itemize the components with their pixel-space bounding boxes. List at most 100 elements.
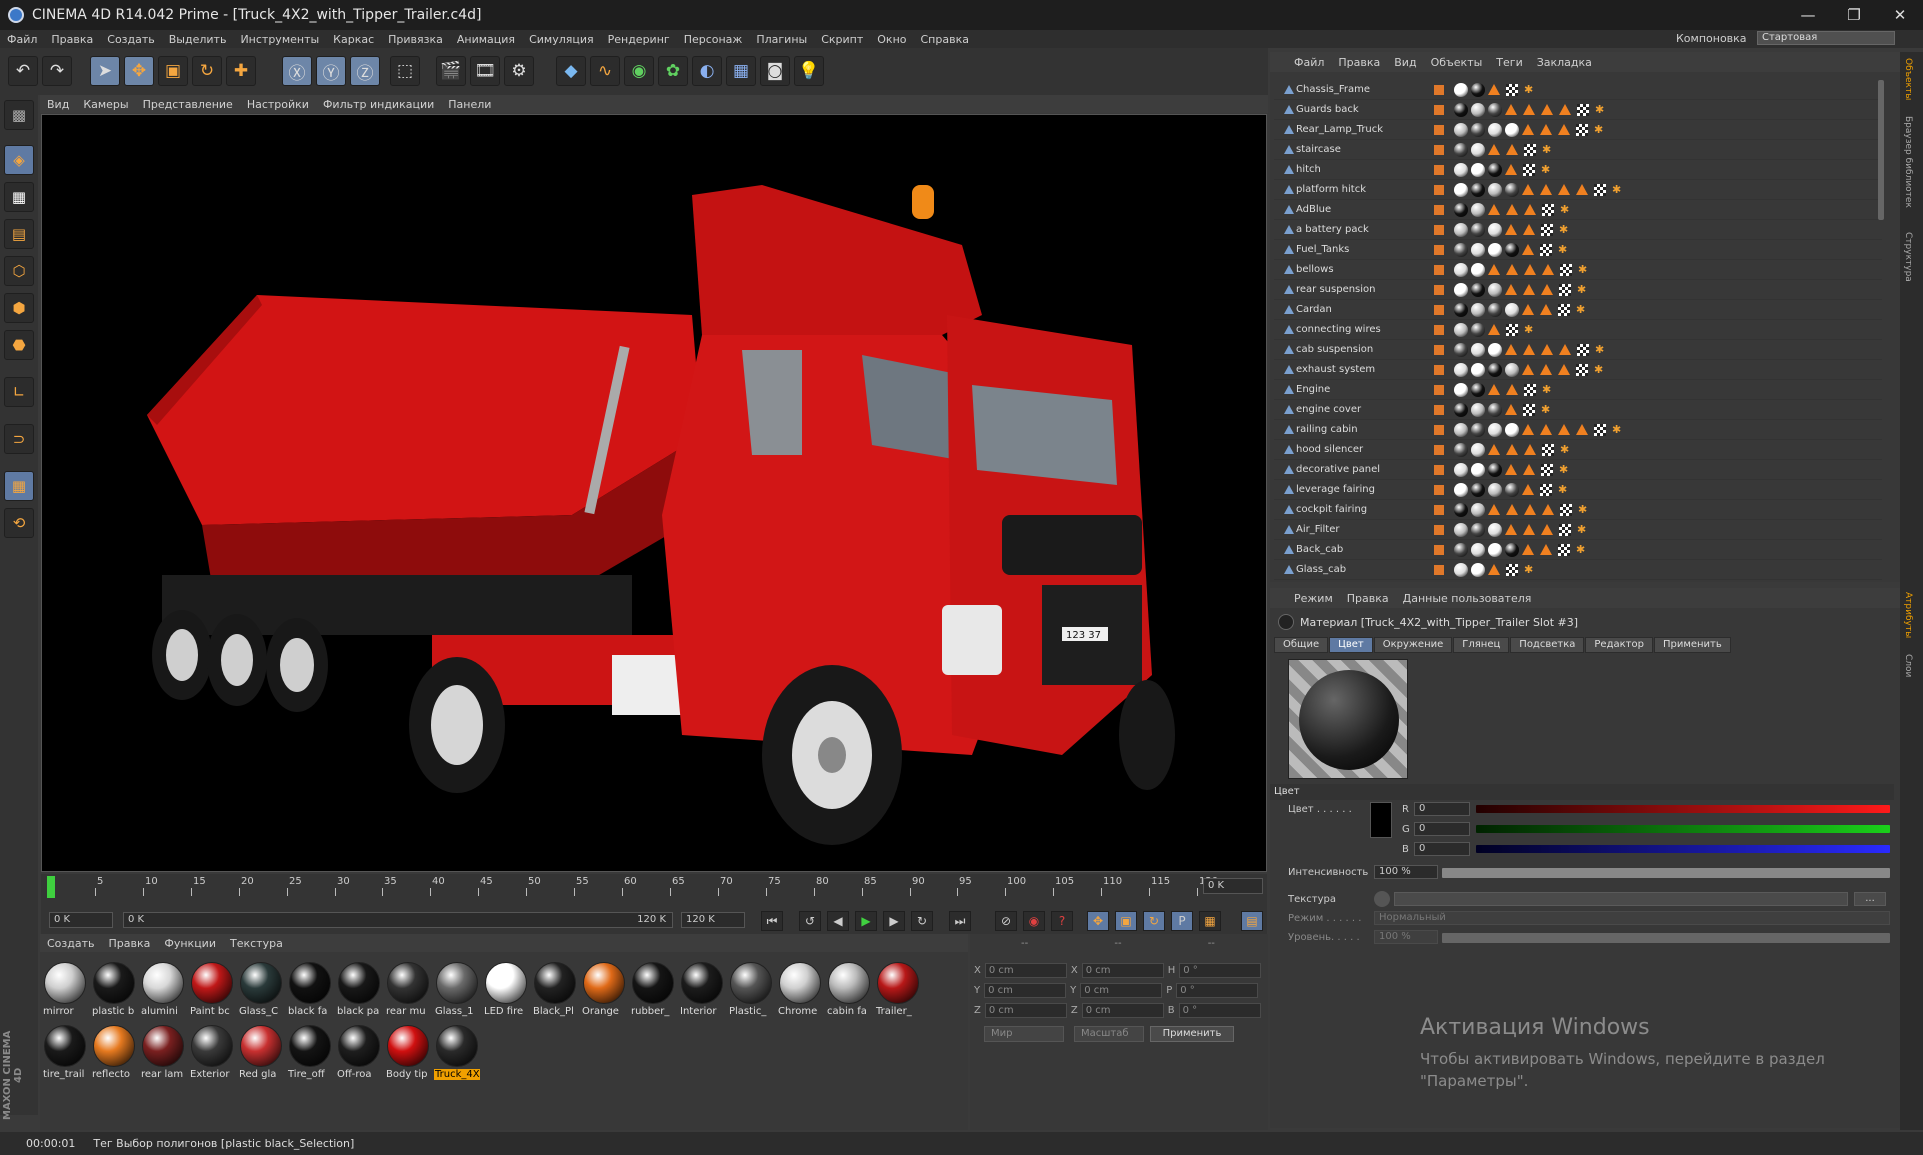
phong-tag-icon[interactable]: ✱ [1578, 263, 1590, 276]
material-tag-icon[interactable] [1454, 382, 1468, 397]
object-row[interactable]: Engine ✱ [1274, 380, 1882, 400]
object-row[interactable]: staircase ✱ [1274, 140, 1882, 160]
selection-tag-icon[interactable] [1522, 424, 1534, 435]
material-tag-icon[interactable] [1471, 82, 1485, 97]
phong-tag-icon[interactable]: ✱ [1542, 383, 1554, 396]
selection-tag-icon[interactable] [1505, 404, 1517, 415]
material-tag-icon[interactable] [1505, 122, 1519, 137]
object-name[interactable]: connecting wires [1296, 324, 1381, 335]
layer-color-icon[interactable] [1434, 344, 1444, 355]
material-tag-icon[interactable] [1471, 162, 1485, 177]
layer-color-icon[interactable] [1434, 444, 1444, 455]
object-row[interactable]: decorative panel ✱ [1274, 460, 1882, 480]
selection-tag-icon[interactable] [1522, 304, 1534, 315]
menu-file[interactable]: Файл [0, 33, 44, 46]
selection-tag-icon[interactable] [1522, 544, 1534, 555]
material-tag-icon[interactable] [1471, 322, 1485, 337]
intensity-field[interactable]: 100 % [1374, 865, 1438, 879]
color-r-slider[interactable] [1476, 805, 1890, 813]
selection-tag-icon[interactable] [1523, 464, 1535, 475]
selection-tag-icon[interactable] [1524, 444, 1536, 455]
tab-specular[interactable]: Глянец [1453, 637, 1510, 653]
object-row[interactable]: Fuel_Tanks ✱ [1274, 240, 1882, 260]
material-tag-icon[interactable] [1471, 122, 1485, 137]
material-swatch[interactable]: Interior [679, 960, 725, 1020]
uvw-tag-icon[interactable] [1540, 243, 1552, 256]
phong-tag-icon[interactable]: ✱ [1594, 363, 1606, 376]
playhead[interactable] [47, 876, 55, 898]
object-name[interactable]: Cardan [1296, 304, 1332, 315]
material-tag-icon[interactable] [1471, 262, 1485, 277]
selection-tag-icon[interactable] [1524, 264, 1536, 275]
selection-tag-icon[interactable] [1505, 224, 1517, 235]
uvw-tag-icon[interactable] [1594, 183, 1606, 196]
selection-tag-icon[interactable] [1542, 504, 1554, 515]
uvw-tag-icon[interactable] [1577, 343, 1589, 356]
object-name[interactable]: Fuel_Tanks [1296, 244, 1349, 255]
end-frame-field[interactable]: 120 K [681, 912, 745, 928]
workplane-lock-icon[interactable]: ▦ [4, 471, 34, 501]
phong-tag-icon[interactable]: ✱ [1595, 103, 1607, 116]
material-tag-icon[interactable] [1471, 502, 1485, 517]
object-name[interactable]: rear suspension [1296, 284, 1376, 295]
record-keys-icon[interactable]: ⊘ [995, 911, 1017, 931]
material-swatch[interactable]: Exterior [189, 1023, 235, 1083]
next-key-icon[interactable]: ↻ [911, 911, 933, 931]
material-tag-icon[interactable] [1471, 302, 1485, 317]
material-swatch[interactable]: Truck_4X [434, 1023, 480, 1083]
material-swatch[interactable]: cabin fa [826, 960, 872, 1020]
position-y-field[interactable]: 0 cm [984, 982, 1067, 998]
rotation-b-field[interactable]: 0 ° [1178, 1002, 1261, 1018]
object-name[interactable]: engine cover [1296, 404, 1361, 415]
uvw-tag-icon[interactable] [1542, 203, 1554, 216]
material-tag-icon[interactable] [1471, 362, 1485, 377]
selection-tag-icon[interactable] [1558, 184, 1570, 195]
texture-field[interactable] [1394, 892, 1848, 906]
layer-color-icon[interactable] [1434, 384, 1444, 395]
texture-browse-button[interactable]: ... [1854, 892, 1886, 906]
material-tag-icon[interactable] [1454, 282, 1468, 297]
object-row[interactable]: hood silencer ✱ [1274, 440, 1882, 460]
viewport-menu-display[interactable]: Представление [136, 98, 240, 111]
uvw-tag-icon[interactable] [1540, 483, 1552, 496]
object-name[interactable]: leverage fairing [1296, 484, 1375, 495]
selection-tag-icon[interactable] [1488, 204, 1500, 215]
selection-tag-icon[interactable] [1540, 364, 1552, 375]
selection-tag-icon[interactable] [1505, 464, 1517, 475]
material-tag-icon[interactable] [1505, 542, 1519, 557]
object-row[interactable]: AdBlue ✱ [1274, 200, 1882, 220]
object-row[interactable]: bellows ✱ [1274, 260, 1882, 280]
phong-tag-icon[interactable]: ✱ [1542, 143, 1554, 156]
rotate-icon[interactable]: ↻ [192, 56, 222, 86]
material-tag-icon[interactable] [1471, 542, 1485, 557]
material-tag-icon[interactable] [1471, 442, 1485, 457]
phong-tag-icon[interactable]: ✱ [1541, 163, 1553, 176]
cube-icon[interactable]: ◆ [556, 56, 586, 86]
selection-tag-icon[interactable] [1523, 224, 1535, 235]
selection-tag-icon[interactable] [1505, 164, 1517, 175]
uvw-tag-icon[interactable] [1541, 223, 1553, 236]
menu-animate[interactable]: Анимация [450, 33, 522, 46]
object-name[interactable]: hitch [1296, 164, 1321, 175]
mode-select[interactable]: Нормальный [1374, 911, 1890, 925]
phong-tag-icon[interactable]: ✱ [1559, 223, 1571, 236]
position-key-icon[interactable]: ✥ [1087, 911, 1109, 931]
material-tag-icon[interactable] [1454, 162, 1468, 177]
selection-tag-icon[interactable] [1488, 444, 1500, 455]
object-name[interactable]: cockpit fairing [1296, 504, 1367, 515]
material-tag-icon[interactable] [1471, 142, 1485, 157]
phong-tag-icon[interactable]: ✱ [1595, 343, 1607, 356]
material-tag-icon[interactable] [1488, 402, 1502, 417]
light-icon[interactable]: 💡 [794, 56, 824, 86]
undo-icon[interactable]: ↶ [8, 56, 38, 86]
object-name[interactable]: staircase [1296, 144, 1341, 155]
material-preview[interactable] [1288, 659, 1408, 779]
material-menu-create[interactable]: Создать [40, 937, 102, 950]
color-b-field[interactable]: 0 [1414, 842, 1470, 856]
object-row[interactable]: Glass_cab ✱ [1274, 560, 1882, 580]
nurbs-icon[interactable]: ◉ [624, 56, 654, 86]
selection-tag-icon[interactable] [1523, 524, 1535, 535]
selection-tag-icon[interactable] [1506, 204, 1518, 215]
object-row[interactable]: a battery pack ✱ [1274, 220, 1882, 240]
object-row[interactable]: exhaust system ✱ [1274, 360, 1882, 380]
